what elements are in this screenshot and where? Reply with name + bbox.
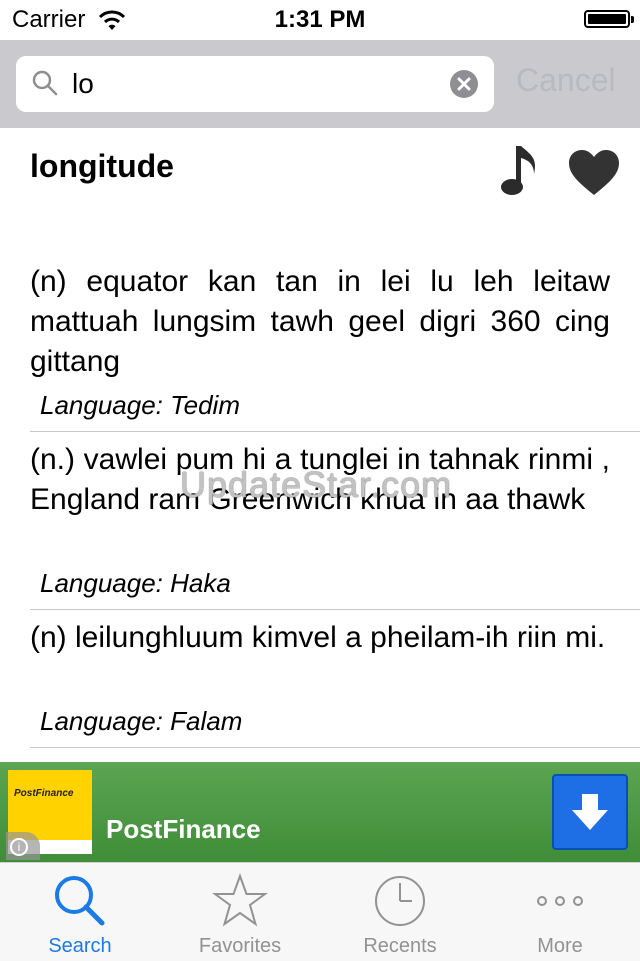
- ad-banner[interactable]: PostFinance i PostFinance: [0, 762, 640, 862]
- search-input[interactable]: [72, 64, 442, 104]
- definition-text: (n) equator kan tan in lei lu leh leitaw…: [30, 265, 610, 378]
- definition-text: (n) leilunghluum kimvel a pheilam-ih rii…: [30, 621, 606, 654]
- clock-time: 1:31 PM: [274, 6, 366, 33]
- clear-icon[interactable]: [450, 70, 478, 98]
- star-icon: [212, 873, 268, 927]
- definition-language: Language: Haka: [40, 568, 231, 598]
- download-arrow-icon: [572, 794, 608, 830]
- search-bar: Cancel: [0, 40, 640, 129]
- ad-logo-text: PostFinance: [14, 788, 74, 799]
- music-note-icon[interactable]: [500, 144, 542, 196]
- status-bar: Carrier 1:31 PM: [0, 0, 640, 40]
- cancel-button[interactable]: Cancel: [516, 62, 616, 99]
- download-button[interactable]: [552, 774, 628, 850]
- search-icon: [32, 70, 58, 96]
- tab-favorites[interactable]: Favorites: [160, 863, 320, 961]
- divider: [30, 747, 640, 748]
- definition-language: Language: Tedim: [40, 390, 240, 420]
- tab-label: Search: [48, 935, 112, 957]
- tab-search[interactable]: Search: [0, 863, 160, 961]
- tab-label: More: [537, 935, 583, 957]
- battery-icon: [584, 10, 634, 28]
- heart-icon[interactable]: [568, 150, 620, 196]
- ad-title: PostFinance: [106, 814, 261, 844]
- tab-more[interactable]: More: [480, 863, 640, 961]
- clock-icon: [375, 876, 425, 926]
- entry-detail: longitude (n) equator kan tan in lei lu …: [0, 128, 640, 762]
- divider: [30, 431, 640, 432]
- info-icon[interactable]: i: [6, 832, 40, 860]
- definition-language: Language: Falam: [40, 706, 243, 736]
- entry-word: longitude: [30, 148, 174, 184]
- search-field[interactable]: [16, 56, 494, 112]
- tab-label: Favorites: [198, 935, 282, 957]
- divider: [30, 609, 640, 610]
- tab-bar: Search Favorites Recents More: [0, 862, 640, 961]
- more-icon: [537, 896, 583, 906]
- tab-label: Recents: [363, 935, 437, 957]
- tab-recents[interactable]: Recents: [320, 863, 480, 961]
- search-icon: [55, 876, 105, 926]
- watermark: UpdateStar.com: [180, 464, 453, 505]
